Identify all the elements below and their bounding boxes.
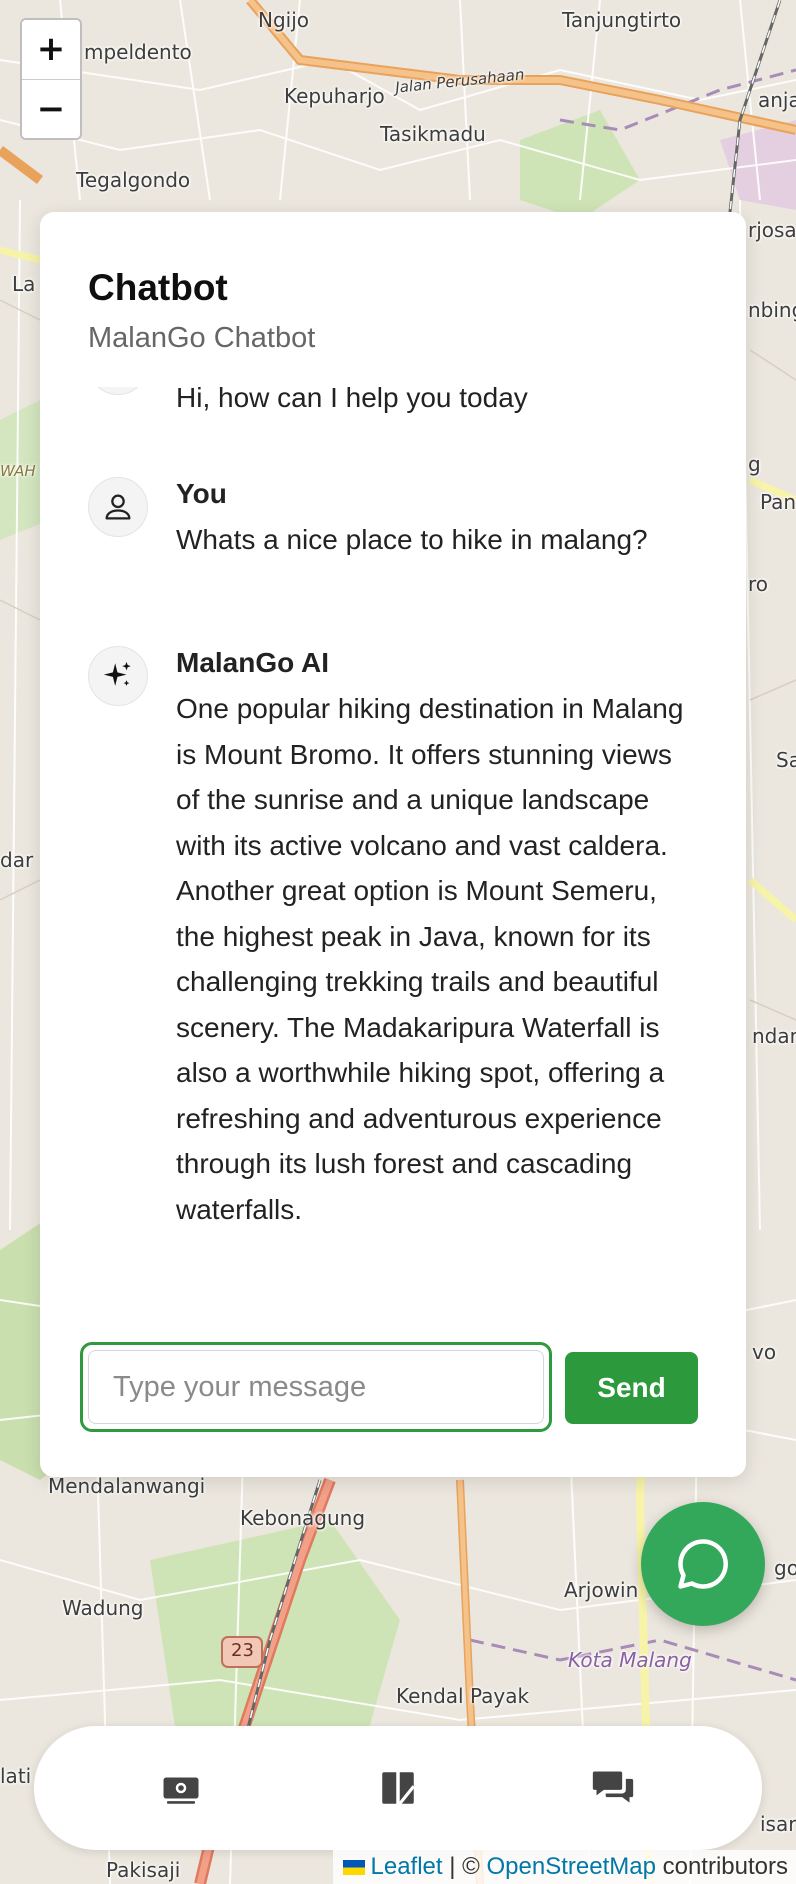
- osm-link[interactable]: OpenStreetMap: [487, 1853, 656, 1880]
- nav-item-money[interactable]: [146, 1753, 216, 1823]
- attribution-contributors: contributors: [662, 1853, 788, 1880]
- map-label: anja: [758, 88, 796, 112]
- map-label: Tegalgondo: [76, 168, 191, 192]
- chat-subtitle: MalanGo Chatbot: [88, 322, 316, 354]
- map-label: Tasikmadu: [380, 122, 486, 146]
- nav-item-map[interactable]: [363, 1753, 433, 1823]
- map-label: mpeldento: [84, 40, 192, 64]
- message-list[interactable]: Hi, how can I help you today You Whats a…: [40, 387, 746, 1287]
- chat-title: Chatbot: [88, 267, 228, 308]
- map-label: Kota Malang: [568, 1648, 692, 1672]
- copyright-symbol: ©: [462, 1853, 480, 1880]
- map-label: Kepuharjo: [284, 84, 385, 108]
- map-label: ro: [748, 572, 769, 596]
- map-label: vo: [752, 1340, 777, 1364]
- map-label: Mendalanwangi: [48, 1474, 206, 1498]
- map-label: WAH: [0, 462, 36, 480]
- map-label: lati: [0, 1764, 32, 1788]
- map-label: rjosa: [748, 218, 796, 242]
- map-attribution: Leaflet | © OpenStreetMap contributors: [332, 1850, 796, 1884]
- zoom-in-button[interactable]: +: [22, 20, 80, 79]
- map-label: Tanjungtirto: [562, 8, 682, 32]
- nav-item-chat[interactable]: [578, 1753, 648, 1823]
- map-label: Wadung: [62, 1596, 144, 1620]
- message-sender: MalanGo AI: [176, 647, 329, 678]
- map-label: Ngijo: [258, 8, 310, 32]
- route-shield-label: 23: [231, 1640, 254, 1661]
- map-label: Pakisaji: [106, 1858, 181, 1882]
- map-label: Sa: [776, 748, 796, 772]
- bottom-nav: [34, 1726, 762, 1850]
- message-text: Hi, how can I help you today: [176, 387, 528, 413]
- user-icon: [105, 494, 131, 520]
- message-sender: You: [176, 478, 227, 509]
- avatar: [88, 477, 148, 537]
- map-label: La: [12, 272, 36, 296]
- map-label: ndan: [752, 1024, 796, 1048]
- map-label: Pan: [760, 490, 796, 514]
- leaflet-link[interactable]: Leaflet: [371, 1853, 443, 1880]
- chat-toggle-button[interactable]: [641, 1502, 765, 1626]
- map-label: Kebonagung: [240, 1506, 366, 1530]
- sparkle-icon: [103, 661, 131, 686]
- avatar: [88, 646, 148, 706]
- message-input-wrapper: [80, 1342, 552, 1432]
- attribution-separator: |: [449, 1853, 456, 1880]
- sparkle-icon: [88, 387, 148, 395]
- message-text: Whats a nice place to hike in malang?: [176, 524, 648, 555]
- message-text: One popular hiking destination in Malang…: [176, 693, 684, 1225]
- map-label: g: [748, 452, 761, 476]
- map-label: isari: [760, 1812, 796, 1836]
- chat-bubble-icon: [678, 1539, 728, 1589]
- map-label: Kendal Payak: [396, 1684, 530, 1708]
- message-input[interactable]: [88, 1350, 544, 1424]
- map-label: dar: [0, 848, 34, 872]
- zoom-control: + −: [20, 18, 82, 140]
- map-book-icon: [382, 1772, 415, 1805]
- map-label: nbing: [748, 298, 796, 322]
- chat-panel: Chatbot MalanGo Chatbot Hi, how can I he…: [40, 212, 746, 1477]
- money-icon: [163, 1777, 199, 1804]
- map-label: Arjowin: [564, 1578, 639, 1602]
- send-button[interactable]: Send: [565, 1352, 698, 1424]
- zoom-out-button[interactable]: −: [22, 79, 80, 138]
- ukraine-flag-icon: [342, 1860, 365, 1875]
- chat-icon: [592, 1771, 634, 1803]
- map-label: go: [774, 1556, 796, 1580]
